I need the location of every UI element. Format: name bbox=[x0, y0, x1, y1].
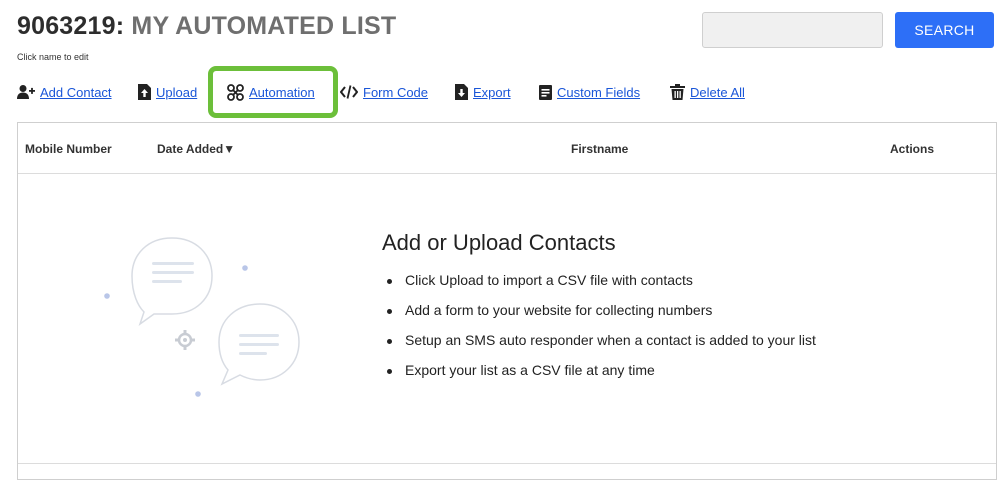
empty-state-tips: Click Upload to import a CSV file with c… bbox=[387, 272, 816, 392]
list-id: 9063219: bbox=[17, 12, 125, 40]
list-name[interactable]: MY AUTOMATED LIST bbox=[131, 12, 396, 40]
col-firstname[interactable]: Firstname bbox=[571, 142, 628, 156]
export-file-icon bbox=[455, 84, 468, 100]
list-item: Click Upload to import a CSV file with c… bbox=[387, 272, 816, 302]
table-bottom-divider bbox=[18, 463, 996, 464]
custom-fields-icon bbox=[539, 84, 552, 100]
upload-file-icon bbox=[138, 84, 151, 100]
empty-state-title: Add or Upload Contacts bbox=[382, 230, 616, 255]
upload-button[interactable]: Upload bbox=[138, 82, 197, 102]
add-user-icon bbox=[17, 84, 35, 100]
list-item: Add a form to your website for collectin… bbox=[387, 302, 816, 332]
table-header: Mobile Number Date Added▼ Firstname Acti… bbox=[18, 123, 996, 174]
export-button[interactable]: Export bbox=[455, 82, 511, 102]
edit-hint: Click name to edit bbox=[17, 52, 89, 62]
list-item: Setup an SMS auto responder when a conta… bbox=[387, 332, 816, 362]
add-contact-link[interactable]: Add Contact bbox=[40, 85, 112, 100]
search-input[interactable] bbox=[702, 12, 883, 48]
col-actions: Actions bbox=[890, 142, 935, 156]
delete-all-link[interactable]: Delete All bbox=[690, 85, 745, 100]
custom-fields-button[interactable]: Custom Fields bbox=[539, 82, 640, 102]
bullet-icon bbox=[387, 279, 392, 284]
automation-button[interactable]: Automation bbox=[227, 82, 315, 102]
delete-all-button[interactable]: Delete All bbox=[670, 82, 745, 102]
upload-link[interactable]: Upload bbox=[156, 85, 197, 100]
col-date-added[interactable]: Date Added▼ bbox=[157, 142, 235, 156]
form-code-link[interactable]: Form Code bbox=[363, 85, 428, 100]
trash-icon bbox=[670, 84, 685, 100]
bullet-icon bbox=[387, 309, 392, 314]
list-item: Export your list as a CSV file at any ti… bbox=[387, 362, 816, 392]
form-code-button[interactable]: Form Code bbox=[340, 82, 428, 102]
bullet-icon bbox=[387, 339, 392, 344]
empty-state-illustration bbox=[100, 232, 310, 407]
export-link[interactable]: Export bbox=[473, 85, 511, 100]
bullet-icon bbox=[387, 369, 392, 374]
col-mobile-number[interactable]: Mobile Number bbox=[25, 142, 112, 156]
add-contact-button[interactable]: Add Contact bbox=[17, 82, 112, 102]
custom-fields-link[interactable]: Custom Fields bbox=[557, 85, 640, 100]
page-title[interactable]: 9063219: MY AUTOMATED LIST bbox=[17, 12, 396, 41]
search-button[interactable]: SEARCH bbox=[895, 12, 994, 48]
code-icon bbox=[340, 85, 358, 99]
automation-link[interactable]: Automation bbox=[249, 85, 315, 100]
automation-icon bbox=[227, 83, 244, 101]
